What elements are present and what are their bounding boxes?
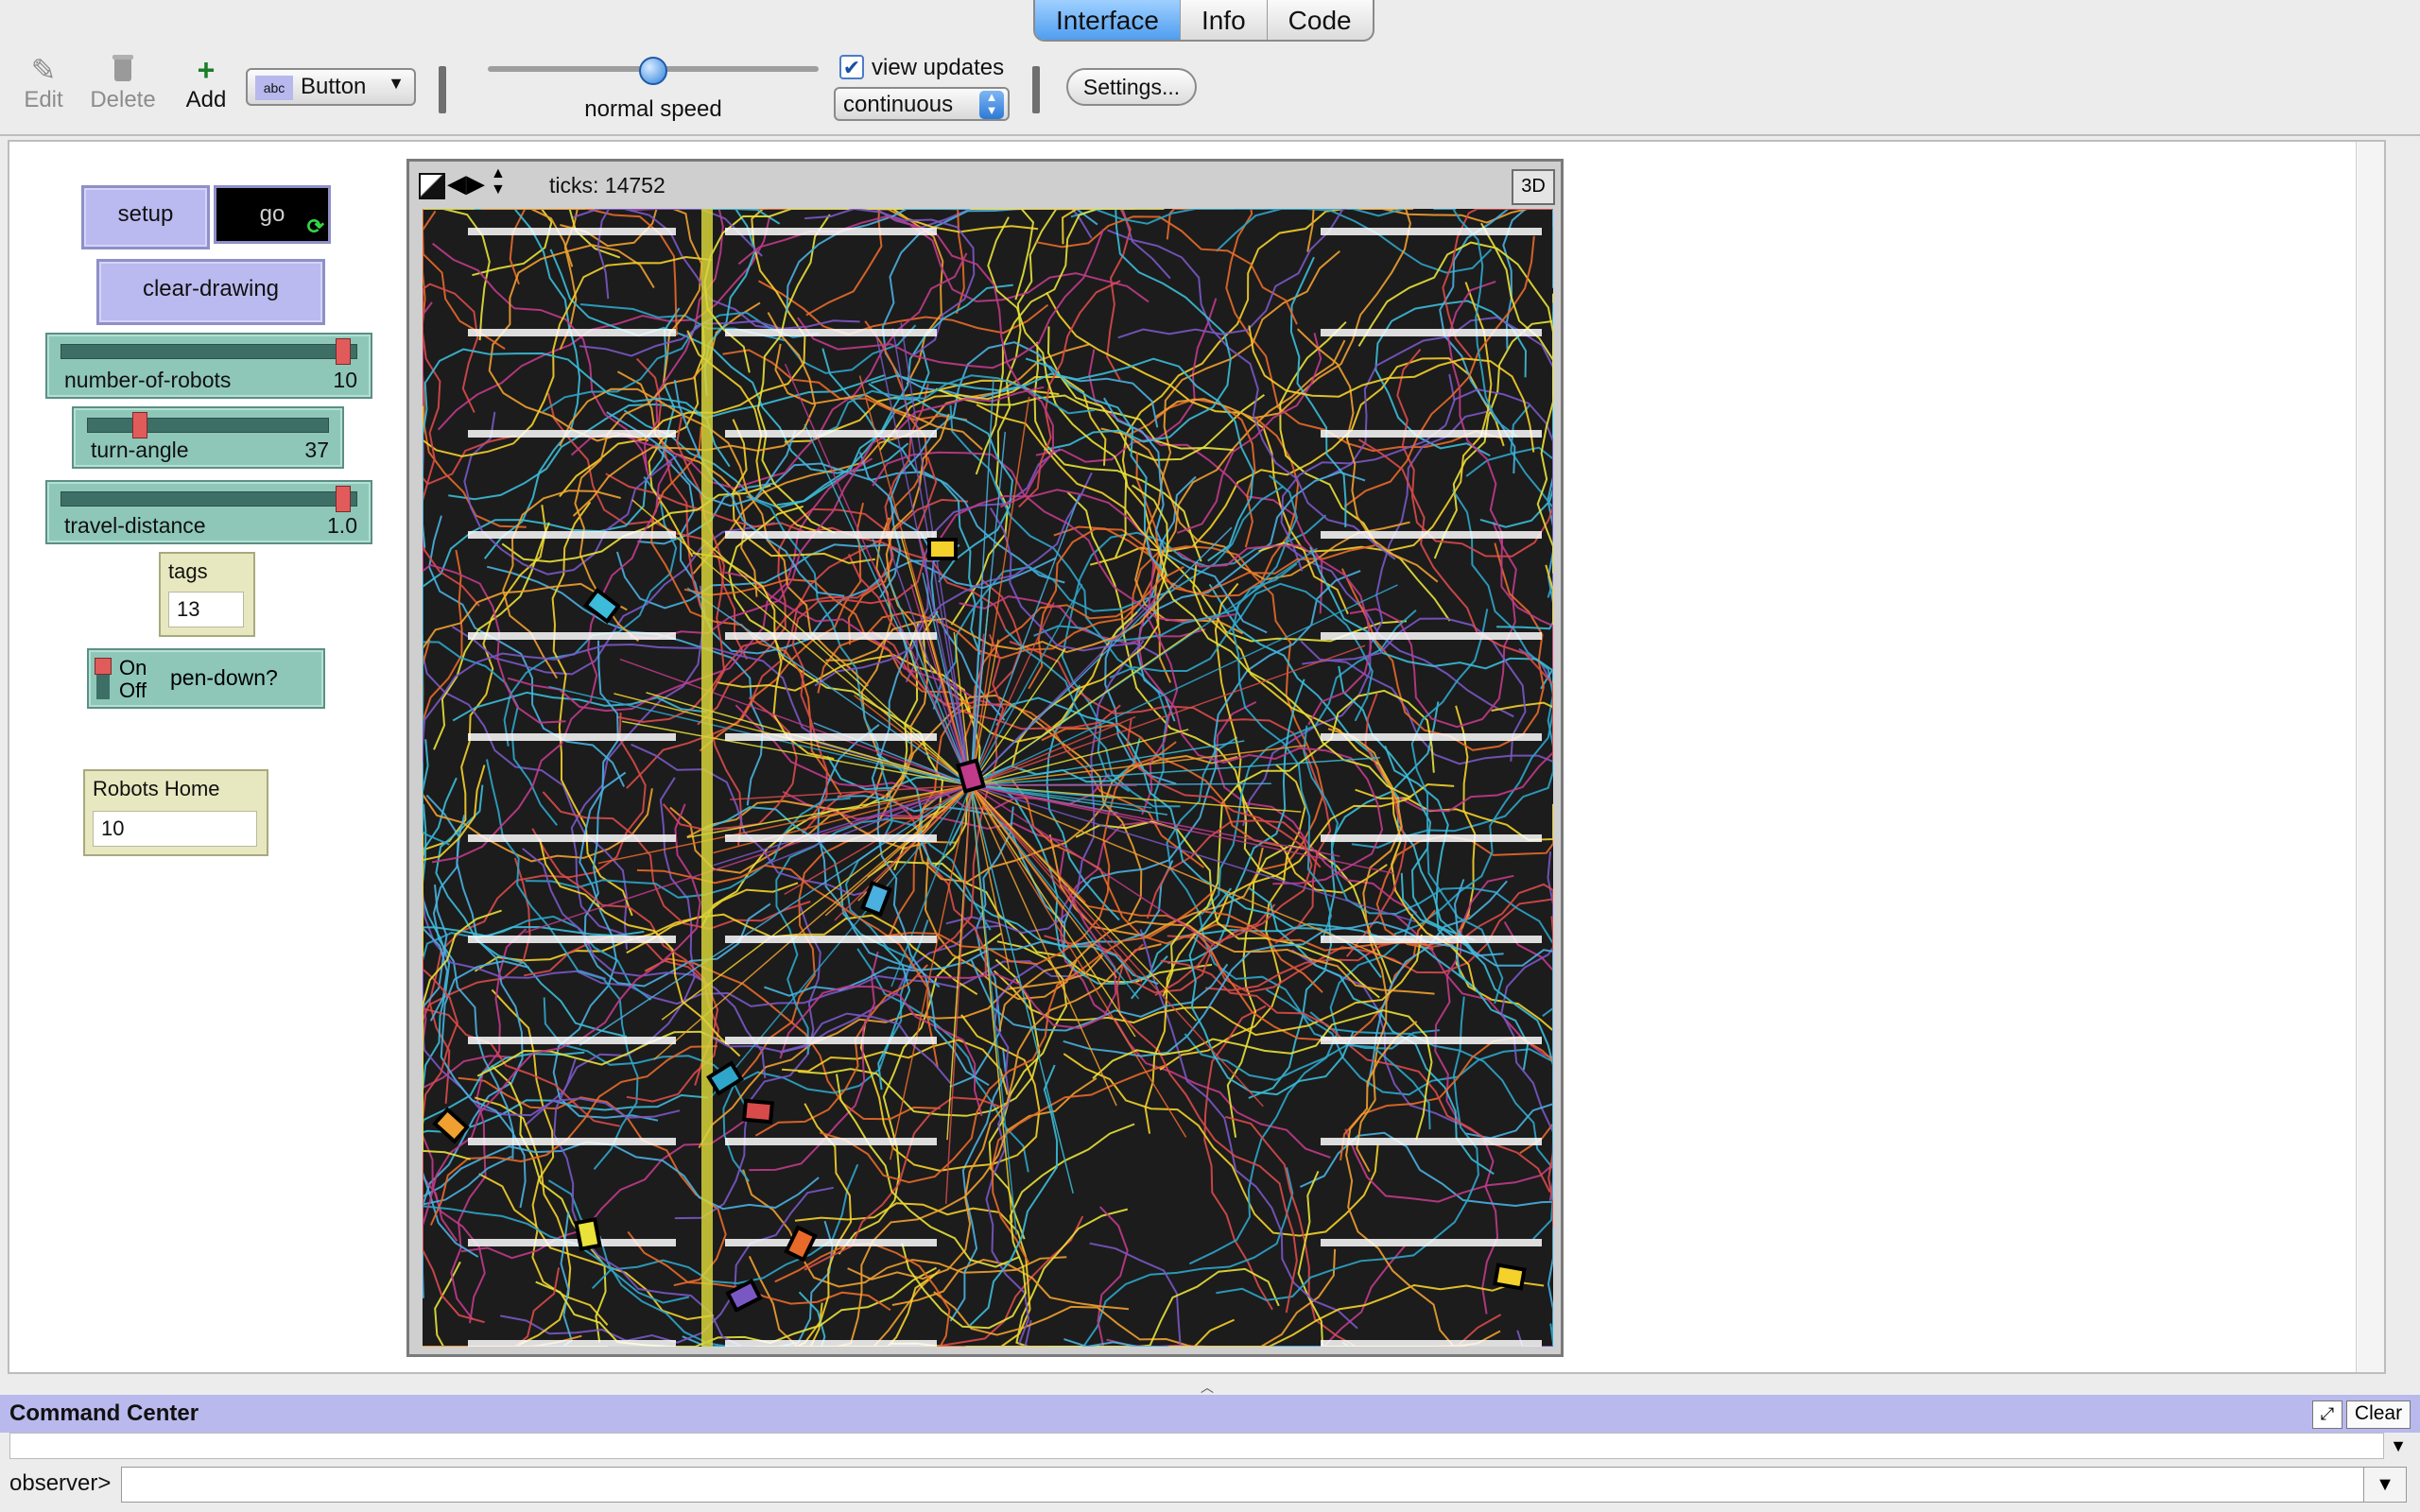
add-label: Add: [185, 87, 227, 112]
monitor-value: 10: [93, 811, 257, 847]
slider-value: 1.0: [327, 513, 357, 538]
plus-icon: +: [197, 53, 216, 87]
travel-distance-slider[interactable]: travel-distance 1.0: [45, 480, 372, 544]
robot-world-canvas[interactable]: [423, 209, 1553, 1347]
clear-command-button[interactable]: Clear: [2346, 1400, 2411, 1429]
ticks-counter: ticks: 14752: [549, 173, 666, 198]
pencil-icon: ✎: [30, 53, 57, 87]
edit-button[interactable]: ✎ Edit: [6, 53, 81, 113]
go-button[interactable]: go ⟳: [214, 185, 331, 244]
switch-off-label: Off: [119, 679, 147, 702]
turn-angle-slider[interactable]: turn-angle 37: [72, 406, 344, 469]
tab-interface[interactable]: Interface: [1035, 0, 1180, 40]
delete-button[interactable]: Delete: [85, 53, 161, 113]
command-center-bar: Command Center ⤢ Clear: [0, 1395, 2420, 1433]
tab-bar: Interface Info Code: [1033, 0, 1374, 42]
update-mode-value: continuous: [843, 92, 954, 117]
monitor-value: 13: [168, 592, 244, 627]
vertical-scrollbar[interactable]: [2356, 142, 2384, 1372]
speed-label: normal speed: [584, 96, 722, 122]
slider-track: [87, 418, 329, 433]
robots-home-monitor: Robots Home 10: [83, 769, 268, 856]
history-dropdown-icon[interactable]: ▼: [2384, 1433, 2412, 1459]
horizontal-arrows-icon[interactable]: ◀▶: [447, 169, 485, 198]
dropdown-arrow-icon: ▼: [388, 74, 405, 93]
command-line-row: observer> ▼: [0, 1461, 2420, 1512]
setup-button[interactable]: setup: [81, 185, 210, 249]
switch-handle[interactable]: [95, 658, 112, 675]
slider-label: turn-angle: [91, 438, 189, 462]
command-input[interactable]: [121, 1467, 2369, 1503]
splitter-handle-icon[interactable]: ︿: [1201, 1378, 1214, 1397]
tab-info[interactable]: Info: [1179, 0, 1267, 40]
switch-on-label: On: [119, 656, 147, 679]
robot-icon: [1493, 1263, 1527, 1291]
robot-icon: [927, 538, 958, 560]
expand-icon[interactable]: ⤢: [2312, 1400, 2342, 1429]
widget-type-prefix: abc: [255, 76, 293, 100]
number-of-robots-slider[interactable]: number-of-robots 10: [45, 333, 372, 399]
toolbar-separator: [1032, 66, 1040, 113]
yellow-barrier: [701, 209, 713, 1347]
slider-value: 37: [304, 438, 329, 462]
slider-handle[interactable]: [336, 486, 351, 512]
slider-track: [60, 344, 357, 359]
pen-down-switch[interactable]: On Off pen-down?: [87, 648, 325, 709]
delete-label: Delete: [90, 87, 156, 112]
robot-icon: [574, 1217, 602, 1251]
command-center-title: Command Center: [9, 1400, 199, 1426]
monitor-label: Robots Home: [93, 777, 220, 800]
monitor-label: tags: [168, 559, 208, 583]
slider-label: number-of-robots: [64, 368, 232, 392]
clear-drawing-button[interactable]: clear-drawing: [96, 259, 325, 325]
speed-slider-knob[interactable]: [639, 57, 667, 85]
3d-view-button[interactable]: 3D: [1512, 169, 1555, 205]
trash-icon: [85, 53, 161, 87]
forever-icon: ⟳: [306, 215, 324, 238]
slider-track: [60, 491, 357, 507]
settings-button[interactable]: Settings...: [1066, 68, 1197, 106]
slider-value: 10: [333, 368, 357, 392]
edit-label: Edit: [24, 87, 63, 112]
command-scope-dropdown-icon[interactable]: ▼: [2363, 1467, 2407, 1503]
slider-label: travel-distance: [64, 513, 206, 538]
view-updates-checkbox[interactable]: ✔: [839, 55, 864, 79]
vertical-arrows-icon[interactable]: ▲ ▼: [491, 165, 506, 198]
update-mode-select[interactable]: continuous ▲ ▼: [834, 87, 1010, 121]
stepper-arrows-icon: ▲ ▼: [979, 91, 1004, 119]
command-history-field[interactable]: [9, 1433, 2384, 1459]
toolbar-separator: [439, 66, 446, 113]
observer-prompt: observer>: [9, 1470, 112, 1496]
toolbar: ✎ Edit Delete + Add abc Button ▼ normal …: [0, 42, 2420, 136]
widget-type-select[interactable]: abc Button ▼: [246, 68, 416, 106]
robot-icon: [742, 1098, 774, 1125]
slider-handle[interactable]: [132, 412, 148, 438]
view-updates-label: view updates: [872, 55, 1005, 80]
tags-monitor: tags 13: [159, 552, 255, 637]
world-view: ◀▶ ▲ ▼ ticks: 14752 3D: [406, 159, 1564, 1357]
widget-type-value: Button: [301, 74, 367, 99]
add-button[interactable]: + Add: [168, 53, 244, 113]
switch-label: pen-down?: [170, 665, 278, 690]
tab-code[interactable]: Code: [1266, 0, 1373, 40]
slider-handle[interactable]: [336, 338, 351, 365]
view-resize-icon[interactable]: [419, 173, 445, 199]
